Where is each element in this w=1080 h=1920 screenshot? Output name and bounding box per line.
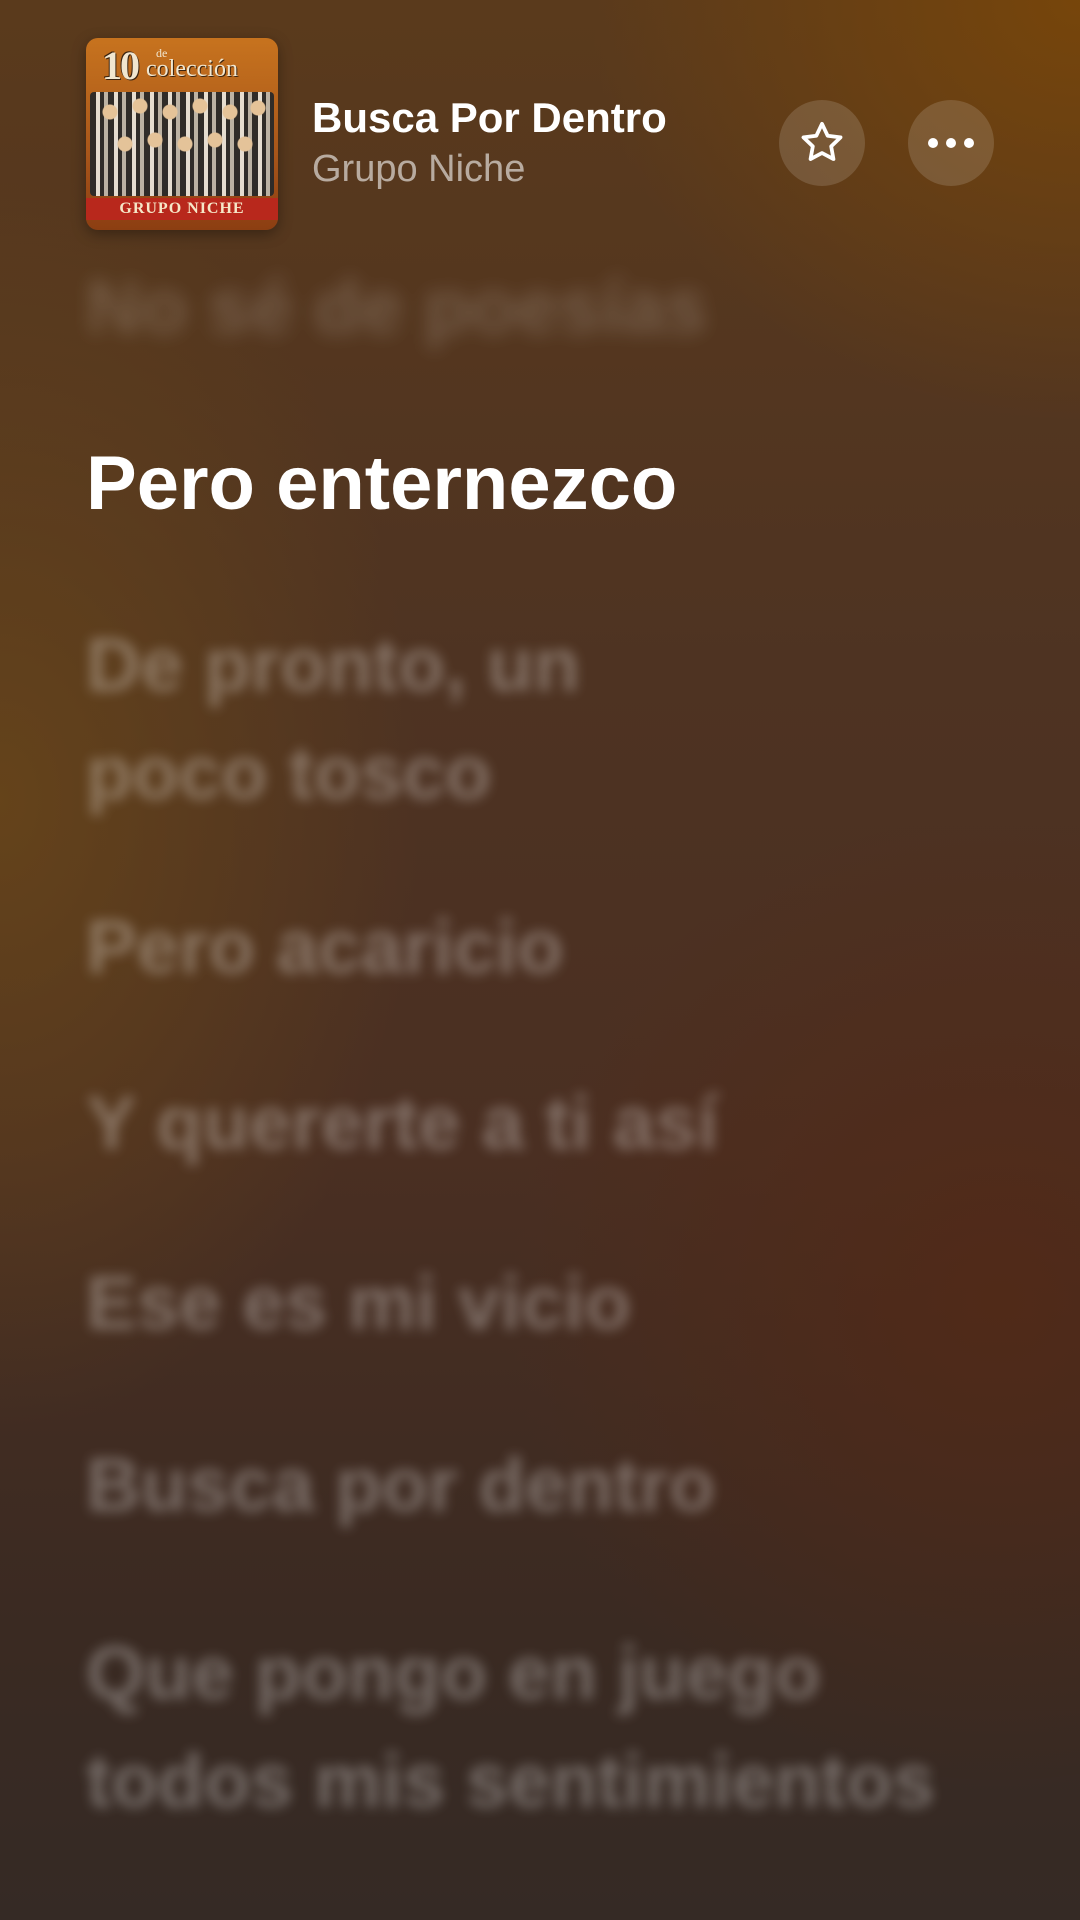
favorite-button[interactable] — [779, 100, 865, 186]
album-art-number: 10 — [102, 43, 140, 88]
lyric-line[interactable]: Ese es mi vicio — [86, 1250, 966, 1358]
lyric-line[interactable]: Pero acaricio — [86, 894, 966, 1002]
lyric-line[interactable]: Busca por dentro — [86, 1432, 966, 1540]
lyric-line[interactable]: De pronto, un poco tosco — [86, 612, 726, 828]
more-options-button[interactable] — [908, 100, 994, 186]
album-artwork[interactable]: 10 de colección GRUPO NICHE — [86, 38, 278, 230]
album-art-band-name: GRUPO NICHE — [86, 198, 278, 220]
song-title[interactable]: Busca Por Dentro — [312, 94, 667, 142]
album-art-title: 10 de colección — [86, 42, 278, 88]
album-art-collection: colección — [146, 56, 238, 82]
lyric-line-current[interactable]: Pero enternezco — [86, 430, 966, 538]
now-playing-header: 10 de colección GRUPO NICHE Busca Por De… — [0, 0, 1080, 250]
star-icon — [801, 121, 843, 161]
lyric-line[interactable]: Y quererte a ti así — [86, 1070, 966, 1178]
lyric-line[interactable]: Que pongo en juego todos mis sentimiento… — [86, 1620, 946, 1836]
ellipsis-icon — [928, 138, 974, 148]
artist-name[interactable]: Grupo Niche — [312, 148, 525, 191]
lyric-line-previous[interactable]: No sé de poesías — [86, 254, 966, 362]
album-art-band-photo — [90, 92, 274, 196]
